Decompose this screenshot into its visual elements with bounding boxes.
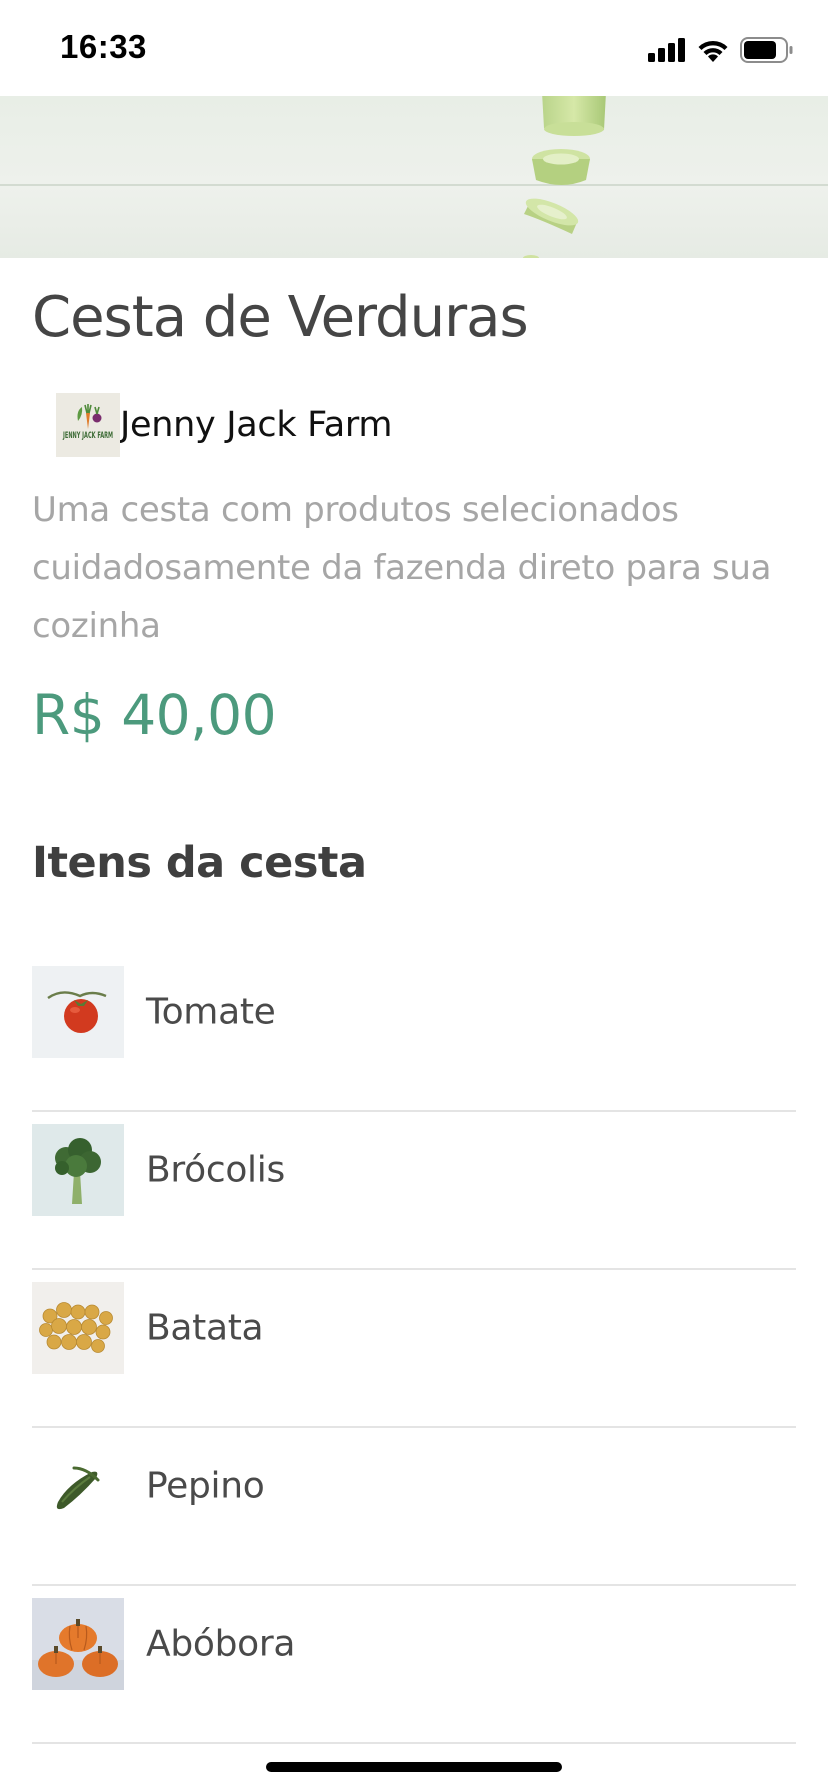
item-label: Batata — [146, 1307, 264, 1349]
potato-thumbnail — [32, 1282, 124, 1374]
tomato-thumbnail — [32, 966, 124, 1058]
item-label: Tomate — [146, 991, 276, 1033]
farm-row[interactable]: JENNY JACK FARM Jenny Jack Farm — [56, 393, 393, 457]
tomato-icon — [32, 966, 124, 1058]
sliced-leek-illustration — [523, 96, 606, 258]
battery-icon — [740, 37, 793, 63]
pumpkin-thumbnail — [32, 1598, 124, 1690]
broccoli-icon — [32, 1124, 124, 1216]
item-label: Abóbora — [146, 1623, 296, 1665]
potato-icon — [32, 1282, 124, 1374]
cucumber-thumbnail — [32, 1440, 124, 1532]
farm-logo: JENNY JACK FARM — [56, 393, 120, 457]
status-bar: 16:33 — [0, 0, 828, 96]
cucumber-icon — [32, 1440, 124, 1532]
list-item[interactable]: Tomate — [32, 954, 796, 1112]
broccoli-thumbnail — [32, 1124, 124, 1216]
list-item[interactable]: Batata — [32, 1270, 796, 1428]
list-item[interactable]: Brócolis — [32, 1112, 796, 1270]
item-label: Pepino — [146, 1465, 265, 1507]
farm-logo-text: JENNY JACK FARM — [62, 431, 113, 441]
wifi-icon — [698, 40, 728, 62]
hero-image — [0, 96, 828, 258]
product-description: Uma cesta com produtos selecionados cuid… — [32, 490, 772, 646]
product-price: R$ 40,00 — [32, 683, 277, 747]
product-title: Cesta de Verduras — [32, 285, 529, 350]
basket-items-heading: Itens da cesta — [32, 838, 367, 888]
farm-logo-vegetables-icon: JENNY JACK FARM — [62, 404, 113, 441]
item-label: Brócolis — [146, 1149, 285, 1191]
farm-name[interactable]: Jenny Jack Farm — [120, 405, 393, 445]
home-indicator[interactable] — [266, 1762, 562, 1772]
list-item[interactable]: Abóbora — [32, 1586, 796, 1744]
status-icons — [648, 32, 794, 68]
item-divider — [32, 1742, 796, 1744]
pumpkin-icon — [32, 1598, 124, 1690]
status-time: 16:33 — [60, 28, 147, 65]
cellular-signal-icon — [648, 38, 685, 62]
basket-items-list: Tomate Brócolis Batata Pepino Abóbora — [32, 954, 796, 1744]
list-item[interactable]: Pepino — [32, 1428, 796, 1586]
